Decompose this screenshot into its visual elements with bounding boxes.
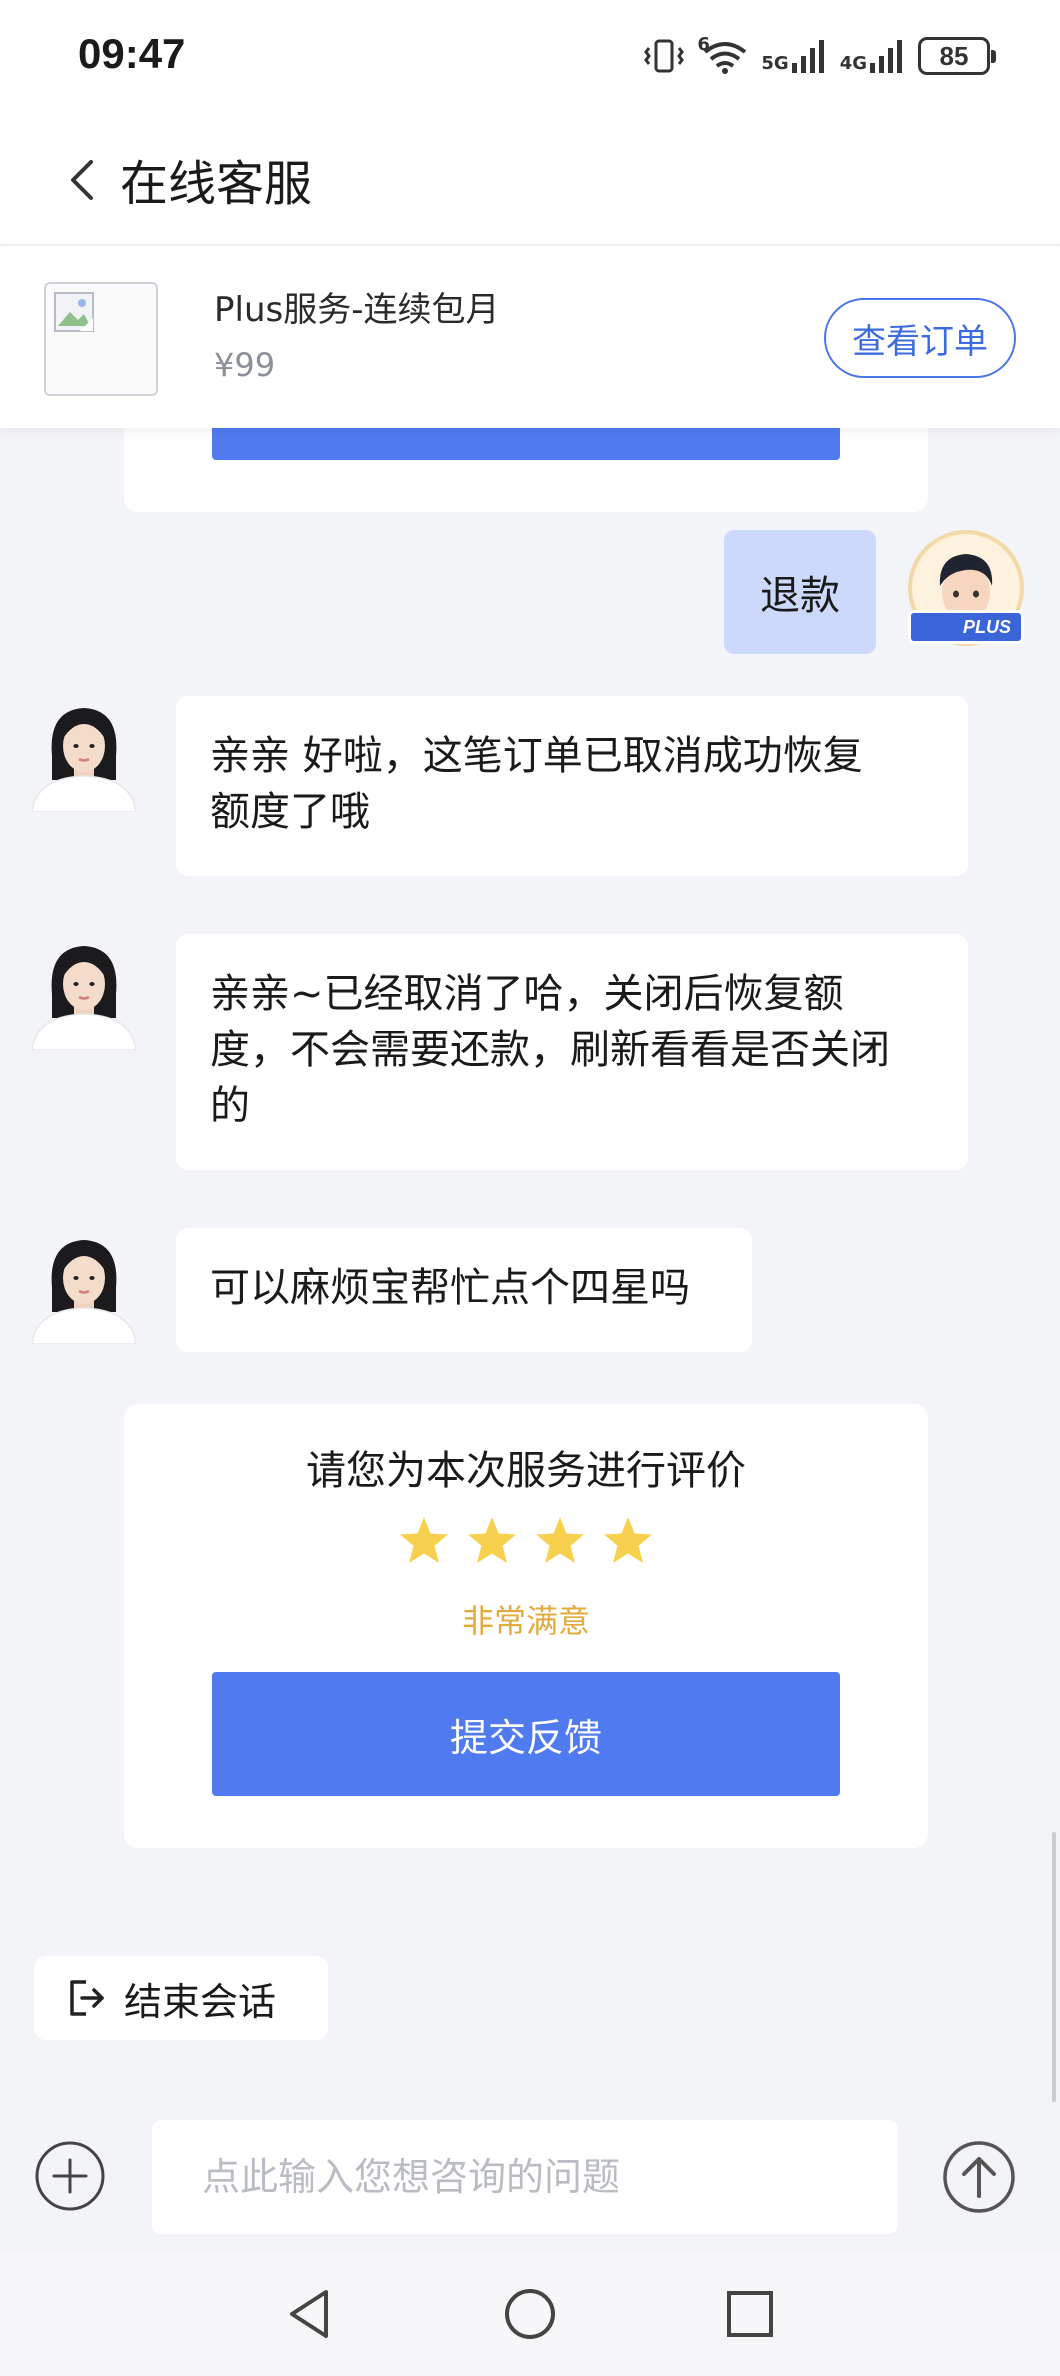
status-time: 09:47 (78, 30, 186, 77)
agent-bubble[interactable]: 亲亲 好啦，这笔订单已取消成功恢复 额度了哦 (176, 696, 968, 876)
product-card: Plus服务-连续包月 ¥99 查看订单 (0, 244, 1060, 428)
message-line: 亲亲~已经取消了哈，关闭后恢复额 (210, 971, 844, 1017)
message-line: 额度了哦 (210, 789, 370, 835)
wifi-tag: 6 (697, 34, 710, 55)
battery-icon: 85 (918, 37, 996, 75)
plus-badge: PLUS (908, 610, 1024, 644)
net-5g-label: 5G (761, 53, 789, 74)
chat-area[interactable]: 退款 PLUS 亲亲 好啦，这笔订单已取消成功恢复 额度了哦 亲亲~已经取消了哈… (0, 428, 1060, 2104)
back-button[interactable] (52, 150, 112, 210)
previous-card-button[interactable] (212, 428, 840, 460)
view-order-button[interactable]: 查看订单 (824, 298, 1016, 378)
vibrate-icon (644, 39, 685, 73)
agent-bubble[interactable]: 可以麻烦宝帮忙点个四星吗 (176, 1228, 752, 1352)
message-agent: 亲亲~已经取消了哈，关闭后恢复额 度，不会需要还款，刷新看看是否关闭 的 (0, 934, 1060, 1170)
agent-avatar-icon (31, 708, 137, 812)
end-session-label: 结束会话 (124, 1979, 277, 2024)
rating-card: 请您为本次服务进行评价 非常满意 提交反馈 (124, 1404, 928, 1848)
nav-back-icon[interactable] (280, 2284, 340, 2344)
logout-icon (70, 1980, 104, 2016)
rating-title: 请您为本次服务进行评价 (306, 1448, 746, 1494)
submit-feedback-button[interactable]: 提交反馈 (212, 1672, 840, 1796)
agent-avatar-icon (31, 1240, 137, 1344)
nav-home-icon[interactable] (500, 2284, 560, 2344)
signal-4g-icon: 4G (840, 39, 906, 73)
message-line: 的 (210, 1083, 250, 1129)
message-line: 亲亲 好啦，这笔订单已取消成功恢复 (210, 733, 863, 779)
send-button[interactable] (942, 2140, 1016, 2214)
add-attachment-button[interactable] (34, 2140, 106, 2212)
message-agent: 可以麻烦宝帮忙点个四星吗 (0, 1228, 1060, 1352)
header: 在线客服 (0, 116, 1060, 244)
chevron-left-icon (71, 160, 93, 200)
page-title: 在线客服 (120, 156, 313, 212)
user-bubble[interactable]: 退款 (724, 530, 876, 654)
agent-bubble[interactable]: 亲亲~已经取消了哈，关闭后恢复额 度，不会需要还款，刷新看看是否关闭 的 (176, 934, 968, 1170)
agent-avatar-icon (31, 946, 137, 1050)
message-line: 可以麻烦宝帮忙点个四星吗 (210, 1265, 690, 1311)
message-line: 度，不会需要还款，刷新看看是否关闭 (210, 1027, 890, 1073)
status-bar: 09:47 6 5G 4G 85 (0, 0, 1060, 116)
wifi-icon: 6 (697, 36, 749, 76)
product-name: Plus服务-连续包月 (214, 290, 500, 330)
broken-image-icon (54, 292, 94, 332)
input-bar (0, 2104, 1060, 2252)
battery-level: 85 (939, 40, 969, 71)
message-user: 退款 PLUS (0, 530, 1060, 660)
scrollbar[interactable] (1052, 1832, 1056, 2102)
star-icon[interactable] (533, 1514, 587, 1568)
star-icon[interactable] (465, 1514, 519, 1568)
net-4g-label: 4G (839, 53, 867, 74)
message-agent: 亲亲 好啦，这笔订单已取消成功恢复 额度了哦 (0, 696, 1060, 876)
nav-recents-icon[interactable] (720, 2284, 780, 2344)
signal-5g-icon: 5G (761, 39, 827, 73)
rating-result: 非常满意 (461, 1602, 590, 1640)
previous-card (124, 428, 928, 512)
message-input[interactable] (152, 2120, 898, 2234)
product-price: ¥99 (214, 346, 276, 384)
system-nav-bar (0, 2252, 1060, 2376)
star-icon[interactable] (601, 1514, 655, 1568)
star-rating[interactable] (124, 1514, 928, 1568)
status-icons: 6 5G 4G 85 (643, 34, 996, 78)
avatar[interactable]: PLUS (908, 530, 1024, 646)
star-icon[interactable] (397, 1514, 451, 1568)
end-session-button[interactable]: 结束会话 (34, 1956, 328, 2040)
product-image (44, 282, 158, 396)
